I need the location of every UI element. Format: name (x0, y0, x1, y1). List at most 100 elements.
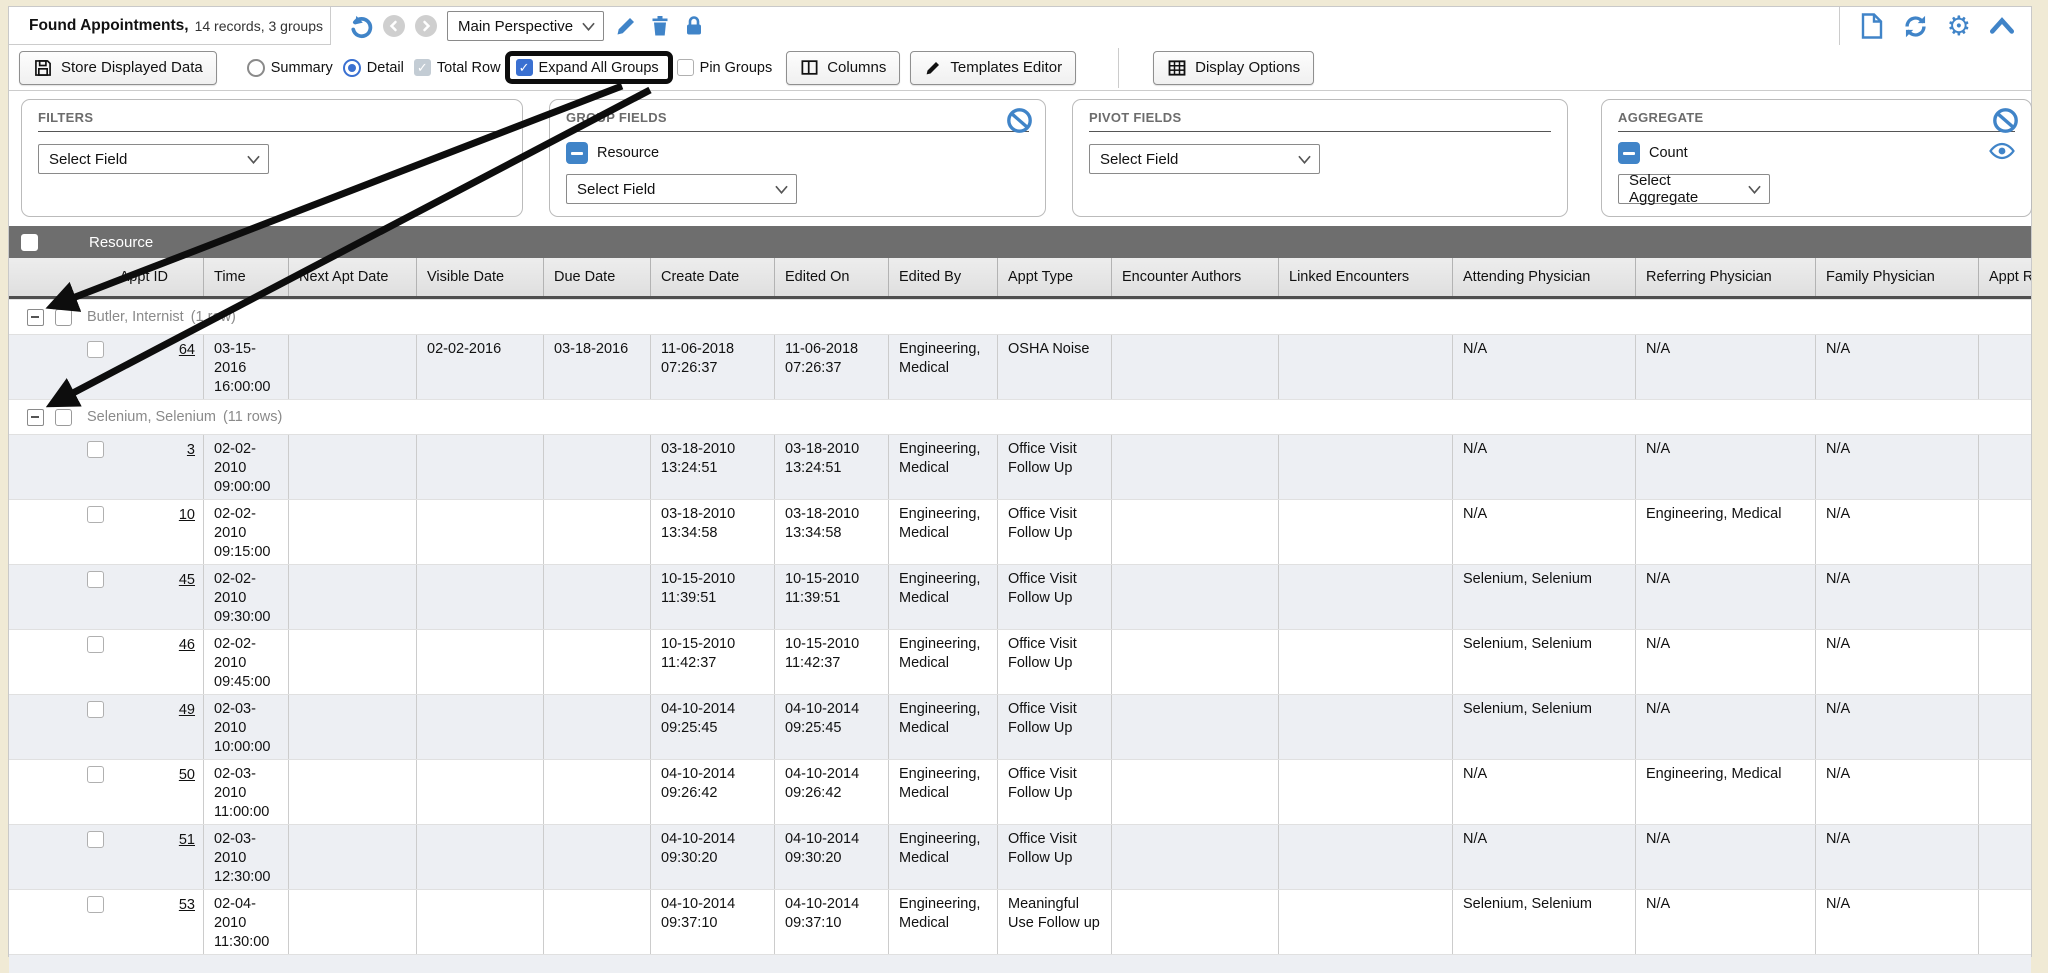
store-displayed-data-button[interactable]: Store Displayed Data (19, 51, 217, 85)
column-header-appt-reason[interactable]: Appt Re (1979, 258, 2031, 296)
perspective-controls: Main Perspective (331, 7, 706, 45)
row-checkbox[interactable] (87, 831, 104, 848)
appt-id-link[interactable]: 50 (104, 766, 203, 785)
total-row-checkbox[interactable]: ✓ Total Row (414, 59, 501, 76)
row-checkbox[interactable] (87, 766, 104, 783)
appt-id-link[interactable]: 53 (104, 896, 203, 915)
cell-attending-physician: N/A (1453, 760, 1636, 824)
cell-edited-by: Engineering, Medical (889, 695, 998, 759)
column-header-time[interactable]: Time (204, 258, 289, 296)
cell-linked-encounters (1279, 695, 1453, 759)
row-checkbox[interactable] (87, 571, 104, 588)
undo-icon[interactable] (347, 13, 373, 39)
cell-time: 02-02-2010 09:45:00 (204, 630, 289, 694)
column-header-next-apt-date[interactable]: Next Apt Date (289, 258, 417, 296)
cell-family-physician: N/A (1816, 435, 1979, 499)
expand-all-groups-checkbox[interactable]: ✓ Expand All Groups (516, 59, 659, 76)
appt-id-link[interactable]: 10 (104, 506, 203, 525)
remove-aggregate-icon[interactable] (1618, 142, 1640, 164)
cell-time: 02-02-2010 09:15:00 (204, 500, 289, 564)
detail-radio[interactable]: Detail (343, 59, 404, 77)
cell-encounter-authors (1112, 435, 1279, 499)
delete-perspective-icon[interactable] (648, 14, 672, 38)
collapse-chevron-up-icon[interactable] (1989, 16, 2015, 36)
row-checkbox[interactable] (87, 701, 104, 718)
row-checkbox[interactable] (87, 896, 104, 913)
cell-due-date: 03-18-2016 (544, 335, 651, 399)
summary-radio[interactable]: Summary (247, 59, 333, 77)
pin-groups-checkbox[interactable]: Pin Groups (677, 59, 773, 76)
new-document-icon[interactable] (1860, 13, 1884, 39)
chevron-down-icon (1748, 181, 1761, 198)
appt-id-link[interactable]: 45 (104, 571, 203, 590)
cell-linked-encounters (1279, 500, 1453, 564)
appt-id-link[interactable]: 51 (104, 831, 203, 850)
column-header-edited-on[interactable]: Edited On (775, 258, 889, 296)
cell-due-date (544, 890, 651, 954)
next-perspective-icon[interactable] (415, 15, 437, 37)
group-checkbox[interactable] (55, 309, 72, 326)
settings-gear-icon[interactable]: ⚙ (1947, 13, 1971, 39)
columns-icon (800, 58, 819, 77)
column-header-appt-type[interactable]: Appt Type (998, 258, 1112, 296)
checkbox-unchecked-icon (677, 59, 694, 76)
row-checkbox[interactable] (87, 506, 104, 523)
column-header-create-date[interactable]: Create Date (651, 258, 775, 296)
column-header-visible-date[interactable]: Visible Date (417, 258, 544, 296)
store-displayed-data-label: Store Displayed Data (61, 59, 203, 76)
appt-id-link[interactable]: 49 (104, 701, 203, 720)
columns-button[interactable]: Columns (786, 51, 900, 85)
column-header-linked-encounters[interactable]: Linked Encounters (1279, 258, 1453, 296)
select-all-checkbox[interactable] (21, 234, 38, 251)
cell-referring-physician: N/A (1636, 890, 1816, 954)
appt-id-link[interactable]: 64 (104, 341, 203, 360)
group-checkbox[interactable] (55, 409, 72, 426)
group-collapse-toggle[interactable] (27, 409, 44, 426)
cell-visible-date (417, 695, 544, 759)
cell-due-date (544, 630, 651, 694)
column-header-family-physician[interactable]: Family Physician (1816, 258, 1979, 296)
display-options-button[interactable]: Display Options (1153, 51, 1314, 85)
column-header-referring-physician[interactable]: Referring Physician (1636, 258, 1816, 296)
table-row: 5302-04-2010 11:30:0004-10-2014 09:37:10… (9, 889, 2031, 954)
refresh-icon[interactable] (1902, 13, 1929, 40)
column-header-attending-physician[interactable]: Attending Physician (1453, 258, 1636, 296)
cell-linked-encounters (1279, 565, 1453, 629)
row-checkbox[interactable] (87, 341, 104, 358)
lock-icon[interactable] (682, 14, 706, 38)
appt-id-link[interactable]: 46 (104, 636, 203, 655)
pivot-fields-select[interactable]: Select Field (1089, 144, 1320, 174)
row-checkbox[interactable] (87, 636, 104, 653)
column-header-appt-id[interactable]: Appt ID (9, 258, 204, 296)
clear-group-fields-icon[interactable] (1006, 107, 1033, 139)
row-checkbox[interactable] (87, 441, 104, 458)
prev-perspective-icon[interactable] (383, 15, 405, 37)
cell-appt-reason (1979, 435, 2031, 499)
cell-appt-type: Office Visit Follow Up (998, 760, 1112, 824)
group-collapse-toggle[interactable] (27, 309, 44, 326)
columns-label: Columns (827, 59, 886, 76)
cell-appt-id: 49 (9, 695, 204, 759)
cell-appt-type: Office Visit Follow Up (998, 825, 1112, 889)
cell-edited-on: 04-10-2014 09:30:20 (775, 825, 889, 889)
cell-edited-on: 04-10-2014 09:25:45 (775, 695, 889, 759)
cell-appt-id: 45 (9, 565, 204, 629)
group-column-bar: Resource (9, 226, 2031, 258)
chevron-down-icon (1298, 151, 1311, 168)
edit-perspective-icon[interactable] (614, 14, 638, 38)
column-header-edited-by[interactable]: Edited By (889, 258, 998, 296)
cell-encounter-authors (1112, 760, 1279, 824)
templates-editor-button[interactable]: Templates Editor (910, 51, 1076, 85)
cell-visible-date (417, 825, 544, 889)
group-fields-select[interactable]: Select Field (566, 174, 797, 204)
column-header-due-date[interactable]: Due Date (544, 258, 651, 296)
clear-aggregate-icon[interactable] (1992, 107, 2019, 139)
visibility-eye-icon[interactable] (1989, 142, 2015, 164)
perspective-select[interactable]: Main Perspective (447, 11, 604, 41)
column-header-encounter-authors[interactable]: Encounter Authors (1112, 258, 1279, 296)
group-fields-panel: GROUP FIELDS Resource Select Field (549, 99, 1046, 217)
remove-group-field-icon[interactable] (566, 142, 588, 164)
aggregate-select[interactable]: Select Aggregate (1618, 174, 1770, 204)
appt-id-link[interactable]: 3 (104, 441, 203, 460)
filters-field-select[interactable]: Select Field (38, 144, 269, 174)
